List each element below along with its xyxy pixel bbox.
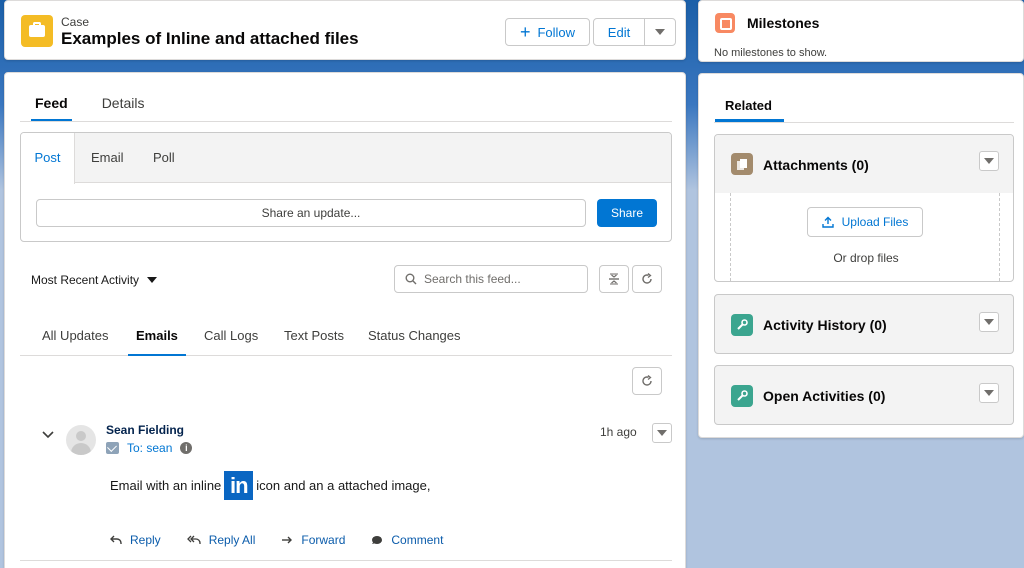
milestones-card: Milestones No milestones to show. xyxy=(698,0,1024,62)
feed-panel: Feed Details Post Email Poll Share an up… xyxy=(4,72,686,568)
info-icon[interactable]: i xyxy=(180,442,193,454)
reply-button[interactable]: Reply xyxy=(110,533,161,547)
milestones-empty-text: No milestones to show. xyxy=(714,47,828,59)
upload-files-label: Upload Files xyxy=(841,215,909,229)
refresh-feed-button[interactable] xyxy=(632,367,662,395)
upload-icon xyxy=(821,216,834,228)
comment-button[interactable]: Comment xyxy=(371,533,443,547)
share-button[interactable]: Share xyxy=(597,199,657,227)
file-dropzone[interactable]: Upload Files Or drop files xyxy=(730,193,1000,281)
upload-files-button[interactable]: Upload Files xyxy=(807,207,923,237)
reply-label: Reply xyxy=(130,533,161,547)
recipient-text[interactable]: To: sean xyxy=(127,441,172,455)
chevron-down-icon xyxy=(984,158,994,164)
publisher-tabs: Post Email Poll xyxy=(21,133,671,184)
edit-button[interactable]: Edit xyxy=(593,18,645,46)
refresh-icon xyxy=(642,375,652,386)
avatar[interactable] xyxy=(66,425,96,455)
attachments-title[interactable]: Attachments (0) xyxy=(763,157,869,173)
feed-filter-tabs: All Updates Emails Call Logs Text Posts … xyxy=(20,328,672,356)
case-icon xyxy=(21,15,53,47)
comment-icon xyxy=(372,536,383,544)
email-icon xyxy=(106,442,119,454)
attachments-related-list: Attachments (0) Upload Files Or drop fil… xyxy=(714,134,1014,282)
drop-files-text: Or drop files xyxy=(833,251,899,265)
collapse-icon xyxy=(609,273,619,285)
item-menu-button[interactable] xyxy=(652,423,672,443)
plus-icon: + xyxy=(519,22,531,42)
sort-dropdown[interactable]: Most Recent Activity xyxy=(31,273,158,287)
related-panel: Related Attachments (0) Upload Files Or … xyxy=(698,73,1024,438)
tab-email[interactable]: Email xyxy=(91,133,124,183)
reply-all-label: Reply All xyxy=(208,533,256,547)
forward-button[interactable]: Forward xyxy=(281,533,345,547)
publisher: Post Email Poll Share an update... Share xyxy=(20,132,672,242)
search-placeholder: Search this feed... xyxy=(424,272,521,286)
follow-button[interactable]: + Follow xyxy=(505,18,590,46)
milestone-icon xyxy=(715,13,735,33)
chevron-down-icon xyxy=(655,29,665,35)
comment-label: Comment xyxy=(391,533,444,547)
timestamp[interactable]: 1h ago xyxy=(600,425,637,439)
body-text-after: icon and an a attached image, xyxy=(256,478,431,493)
milestones-title: Milestones xyxy=(747,15,820,31)
record-tabs: Feed Details xyxy=(31,95,174,122)
tab-details[interactable]: Details xyxy=(98,95,149,122)
more-actions-button[interactable] xyxy=(644,18,676,46)
activity-history-related-list: Activity History (0) xyxy=(714,294,1014,354)
open-activities-menu-button[interactable] xyxy=(979,383,999,403)
wrench-icon xyxy=(731,314,753,336)
tab-text-posts[interactable]: Text Posts xyxy=(284,328,344,356)
chevron-down-icon xyxy=(984,319,994,325)
activity-history-title[interactable]: Activity History (0) xyxy=(763,317,887,333)
search-input[interactable]: Search this feed... xyxy=(394,265,588,293)
activity-history-menu-button[interactable] xyxy=(979,312,999,332)
reply-icon xyxy=(110,535,122,544)
share-update-input[interactable]: Share an update... xyxy=(36,199,586,227)
refresh-icon xyxy=(642,273,652,284)
follow-label: Follow xyxy=(537,24,576,40)
email-body: Email with an inline in icon and an a at… xyxy=(110,471,430,500)
attachments-icon xyxy=(731,153,753,175)
page-title: Examples of Inline and attached files xyxy=(61,29,359,48)
chevron-down-icon[interactable] xyxy=(42,431,54,439)
reply-all-icon xyxy=(186,535,201,544)
chevron-down-icon xyxy=(657,430,667,436)
email-recipient: To: sean i xyxy=(106,441,193,455)
tab-call-logs[interactable]: Call Logs xyxy=(204,328,258,356)
reply-all-button[interactable]: Reply All xyxy=(186,533,256,547)
object-type-label: Case xyxy=(61,15,90,29)
body-text-before: Email with an inline xyxy=(110,478,222,493)
tab-emails[interactable]: Emails xyxy=(128,328,186,356)
divider xyxy=(714,122,1014,123)
author-link[interactable]: Sean Fielding xyxy=(106,423,184,437)
forward-icon xyxy=(282,536,293,544)
wrench-icon xyxy=(731,385,753,407)
tab-post[interactable]: Post xyxy=(21,133,75,184)
sort-label: Most Recent Activity xyxy=(31,273,140,287)
forward-label: Forward xyxy=(301,533,346,547)
chevron-down-icon xyxy=(147,277,158,283)
divider xyxy=(20,121,672,122)
feed-actions: Reply Reply All Forward Comment xyxy=(110,533,469,547)
feed-item: Sean Fielding To: sean i 1h ago Email wi… xyxy=(20,413,672,561)
search-icon xyxy=(405,273,417,285)
collapse-button[interactable] xyxy=(599,265,629,293)
tab-poll[interactable]: Poll xyxy=(153,133,175,183)
open-activities-title[interactable]: Open Activities (0) xyxy=(763,388,885,404)
tab-feed[interactable]: Feed xyxy=(31,95,72,122)
linkedin-icon: in xyxy=(224,471,254,500)
tab-all-updates[interactable]: All Updates xyxy=(42,328,108,356)
refresh-button[interactable] xyxy=(632,265,662,293)
record-header: Case Examples of Inline and attached fil… xyxy=(4,0,686,60)
open-activities-related-list: Open Activities (0) xyxy=(714,365,1014,425)
tab-related[interactable]: Related xyxy=(715,98,784,122)
tab-status-changes[interactable]: Status Changes xyxy=(368,328,461,356)
chevron-down-icon xyxy=(984,390,994,396)
attachments-menu-button[interactable] xyxy=(979,151,999,171)
